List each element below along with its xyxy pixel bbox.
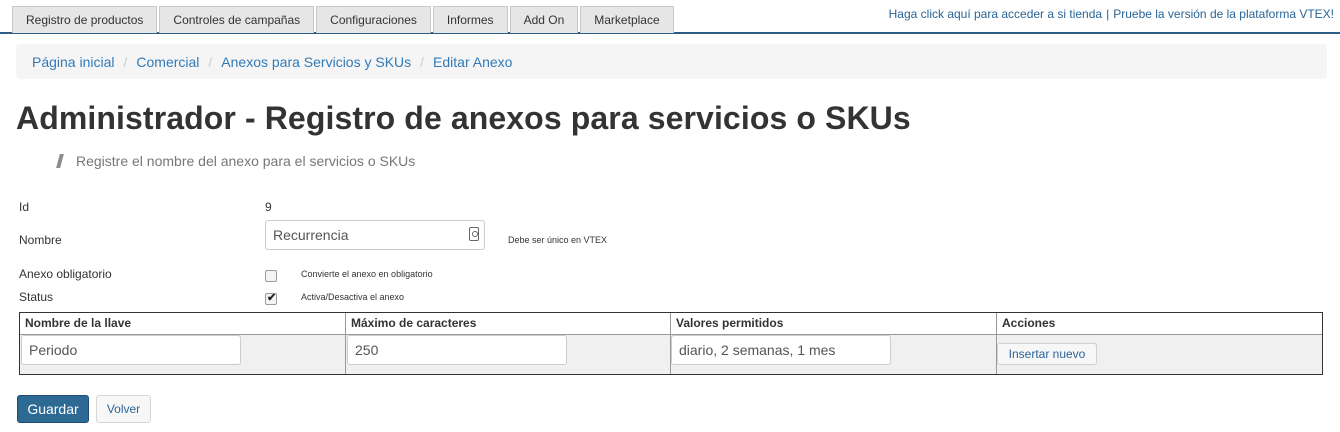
header-max-chars: Máximo de caracteres [346,313,671,334]
page-title: Administrador - Registro de anexos para … [16,100,911,136]
tab-informes[interactable]: Informes [432,6,508,33]
mandatory-checkbox[interactable] [265,270,277,282]
tab-marketplace[interactable]: Marketplace [580,6,674,33]
store-access-link[interactable]: Haga click aquí para acceder a si tienda [889,7,1102,21]
insert-new-button[interactable]: Insertar nuevo [997,343,1097,365]
page-subtitle: Registre el nombre del anexo para el ser… [56,153,416,169]
contact-card-icon [469,227,479,241]
max-chars-input[interactable] [347,335,567,365]
tab-add-on[interactable]: Add On [509,6,579,33]
column-divider [345,334,346,374]
allowed-values-input[interactable] [671,335,891,365]
page-subtitle-text: Registre el nombre del anexo para el ser… [76,153,416,169]
name-input[interactable] [265,220,485,250]
status-label: Status [19,290,54,304]
header-actions: Acciones [1002,316,1056,330]
quote-bar-icon [56,154,64,168]
checkmark-icon: ✔ [267,292,277,304]
name-field-wrapper [265,220,485,250]
mandatory-label: Anexo obligatorio [19,267,112,281]
key-name-input[interactable] [21,335,241,365]
back-button[interactable]: Volver [96,395,151,423]
tab-configuraciones[interactable]: Configuraciones [316,6,431,33]
breadcrumb-separator: / [123,53,128,70]
header-key-name: Nombre de la llave [20,313,346,334]
name-label: Nombre [19,233,62,247]
header-allowed-values: Valores permitidos [671,313,997,334]
main-tabs: Registro de productos Controles de campa… [12,6,676,33]
keys-table: Nombre de la llave Máximo de caracteres … [19,312,1323,375]
id-value: 9 [265,200,272,214]
top-links-separator: | [1106,7,1110,21]
status-checkbox[interactable]: ✔ [265,292,277,305]
vtex-platform-link[interactable]: Pruebe la versión de la plataforma VTEX! [1113,7,1334,21]
top-navigation-bar: Registro de productos Controles de campa… [0,0,1340,34]
breadcrumb: Página inicial / Comercial / Anexos para… [16,44,1327,79]
tab-registro-de-productos[interactable]: Registro de productos [12,6,158,33]
name-hint: Debe ser único en VTEX [508,235,608,245]
breadcrumb-editar-anexo[interactable]: Editar Anexo [433,54,512,70]
breadcrumb-separator: / [208,53,213,70]
breadcrumb-home[interactable]: Página inicial [32,54,115,70]
breadcrumb-comercial[interactable]: Comercial [136,54,199,70]
save-button[interactable]: Guardar [17,395,89,423]
mandatory-hint: Convierte el anexo en obligatorio [301,269,433,279]
breadcrumb-separator: / [420,53,425,70]
top-links: Haga click aquí para acceder a si tienda… [889,7,1334,21]
status-hint: Activa/Desactiva el anexo [301,292,405,302]
tab-controles-de-campanas[interactable]: Controles de campañas [159,6,315,33]
id-label: Id [19,200,30,214]
breadcrumb-anexos[interactable]: Anexos para Servicios y SKUs [221,54,411,70]
